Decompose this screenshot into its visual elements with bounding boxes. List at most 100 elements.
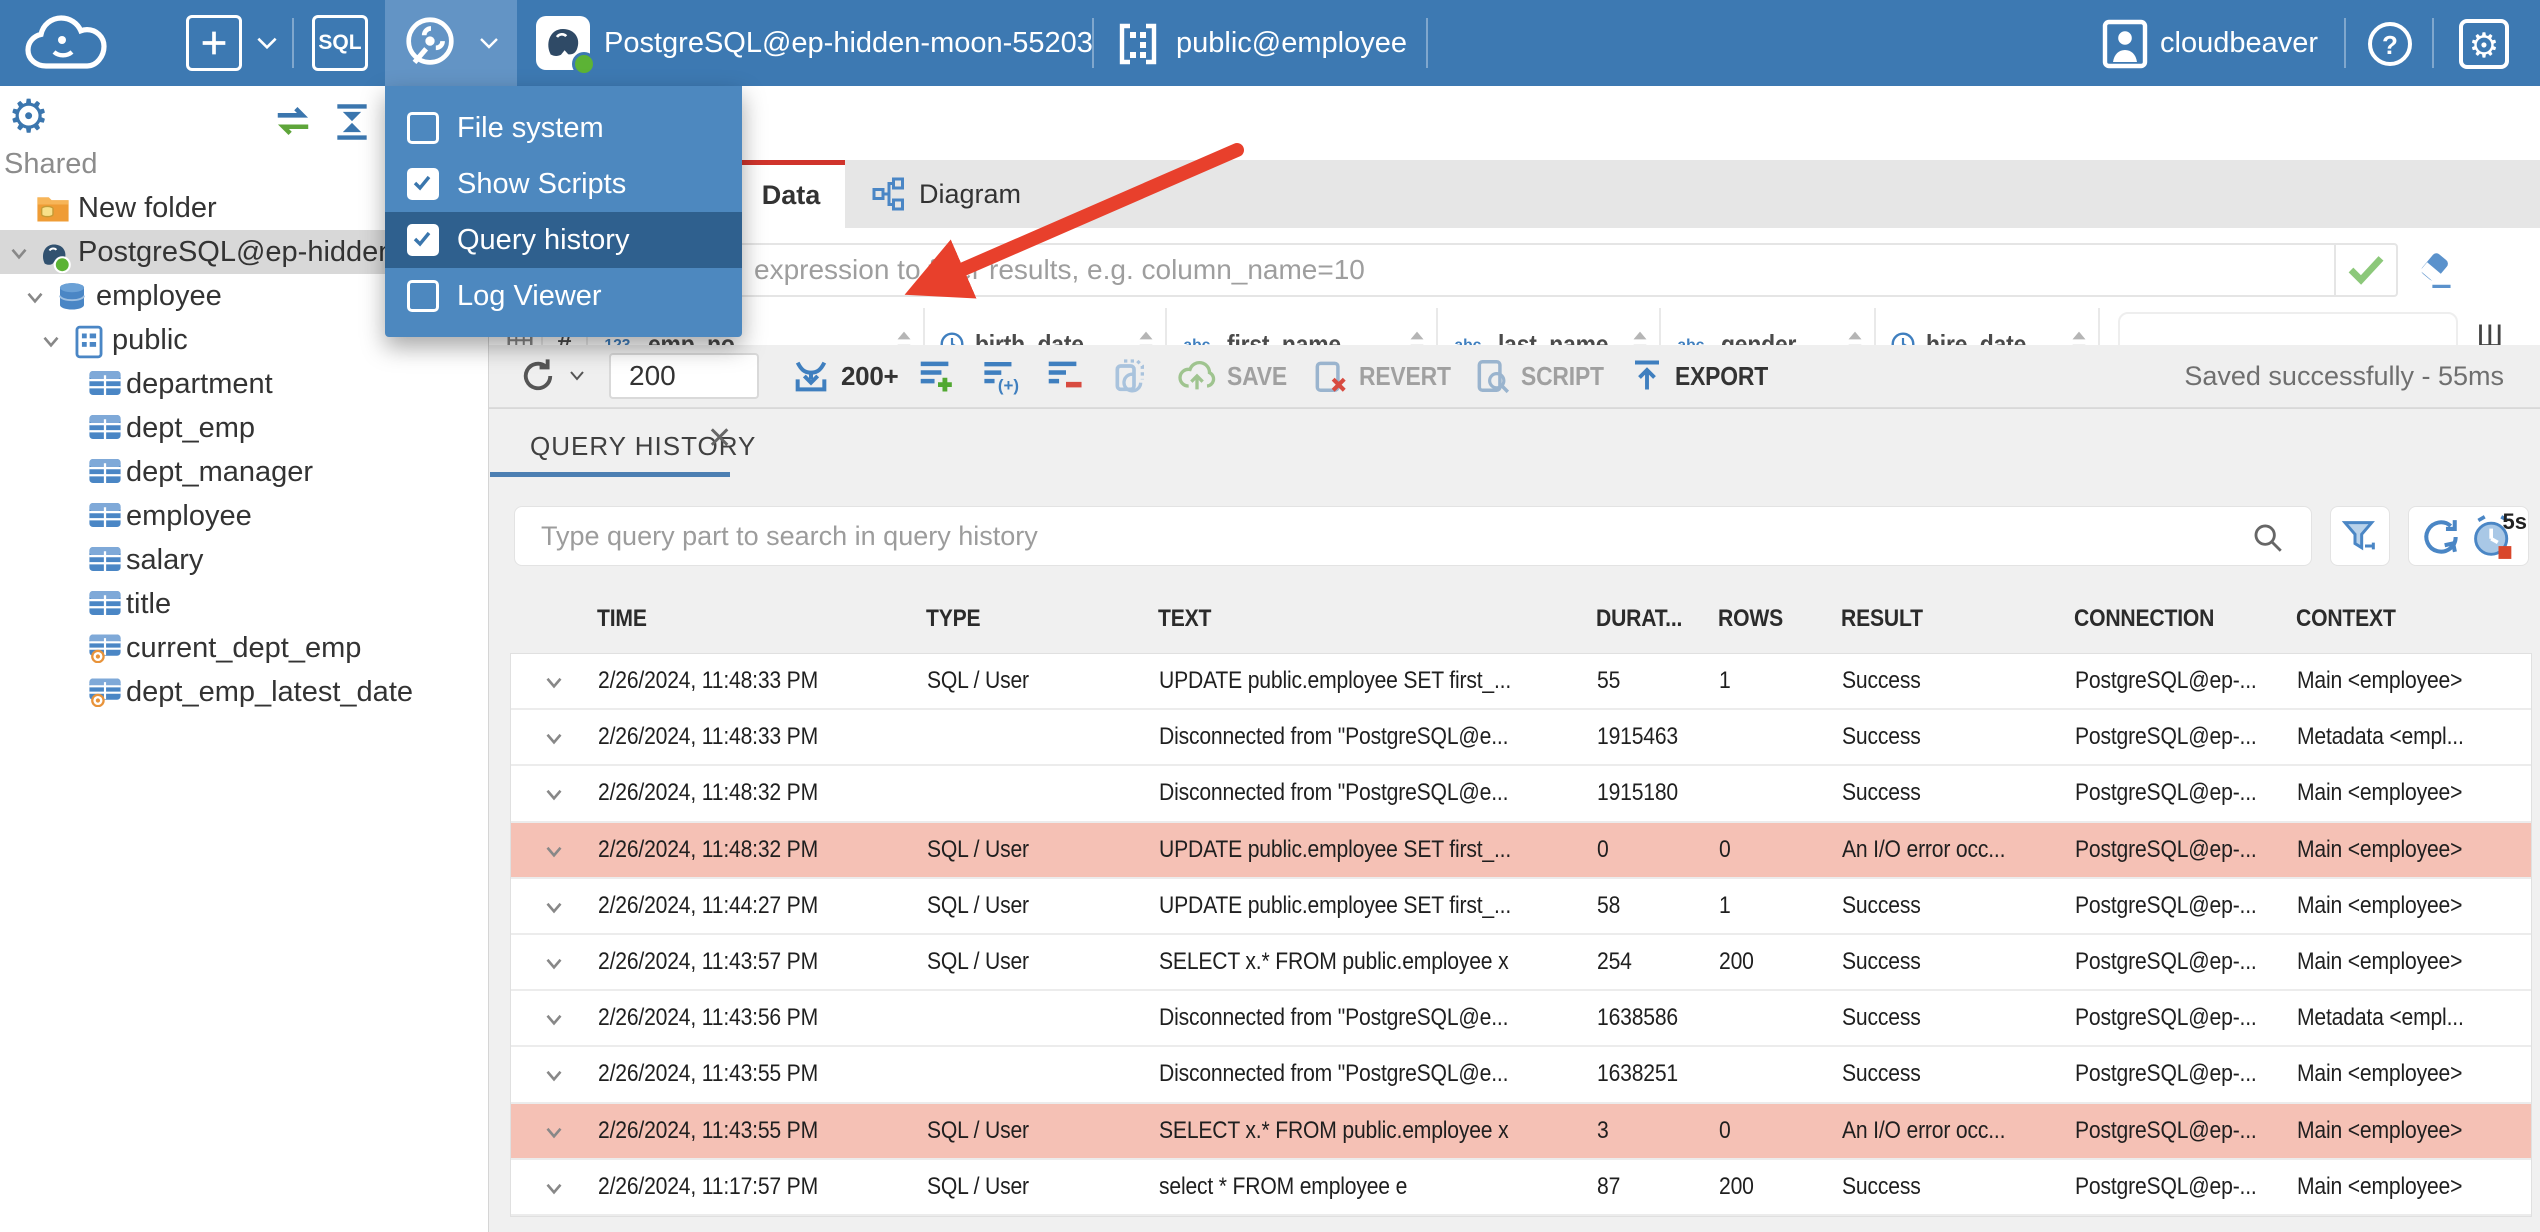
new-connection-chevron-icon[interactable] <box>254 34 280 57</box>
apply-script-button[interactable] <box>1109 345 1149 407</box>
qh-column-header-context[interactable]: CONTEXT <box>2296 586 2409 651</box>
tools-menu-button[interactable] <box>385 0 517 86</box>
add-row-button[interactable] <box>917 345 959 407</box>
tree-item-dept-manager[interactable]: dept_manager <box>0 450 489 494</box>
expand-row-icon[interactable] <box>541 781 567 812</box>
chevron-down-icon[interactable] <box>38 328 64 359</box>
qh-cell-result: Success <box>1842 723 1921 751</box>
sync-connection-icon[interactable] <box>270 102 316 147</box>
menu-item-log-viewer[interactable]: Log Viewer <box>385 268 742 324</box>
checkbox-icon[interactable] <box>407 112 439 144</box>
menu-item-query-history[interactable]: Query history <box>385 212 742 268</box>
menu-item-show-scripts[interactable]: Show Scripts <box>385 156 742 212</box>
auto-refresh-timer-button[interactable]: 5s <box>2471 509 2527 563</box>
new-connection-button[interactable] <box>186 15 242 71</box>
tree-item-salary[interactable]: salary <box>0 538 489 582</box>
close-panel-icon[interactable]: ✕ <box>707 421 732 456</box>
grid-column-birth_date[interactable]: birth_date <box>925 308 1167 345</box>
expand-row-icon[interactable] <box>541 1006 567 1037</box>
menu-item-file-system[interactable]: File system <box>385 100 742 156</box>
grid-column-first_name[interactable]: abcfirst_name <box>1167 308 1438 345</box>
row-limit-input[interactable] <box>609 353 759 399</box>
tab-data[interactable]: Data <box>737 160 845 228</box>
script-button[interactable]: SCRIPT <box>1473 345 1615 407</box>
grid-column-gender[interactable]: abcgender <box>1661 308 1876 345</box>
expand-row-icon[interactable] <box>541 1062 567 1093</box>
qh-column-header-connection[interactable]: CONNECTION <box>2074 586 2233 651</box>
qh-cell-duration: 58 <box>1597 891 1621 919</box>
query-history-row[interactable]: 2/26/2024, 11:43:55 PM Disconnected from … <box>511 1047 2531 1104</box>
qh-cell-rows: 0 <box>1719 1116 1731 1144</box>
topbar-separator <box>2432 18 2434 68</box>
schema-selector[interactable]: public@employee <box>1176 0 1407 86</box>
save-button[interactable]: SAVE <box>1177 345 1295 407</box>
grid-column-hire_date[interactable]: hire_date <box>1876 308 2100 345</box>
checkbox-icon[interactable] <box>407 168 439 200</box>
menu-item-label: File system <box>457 112 604 144</box>
checkbox-icon[interactable] <box>407 280 439 312</box>
refresh-history-button[interactable] <box>2419 515 2463 564</box>
refresh-button[interactable] <box>517 345 585 407</box>
qh-column-header-rows[interactable]: ROWS <box>1718 586 1792 651</box>
query-history-row[interactable]: 2/26/2024, 11:48:33 PM Disconnected from … <box>511 710 2531 767</box>
tree-item-current-dept-emp[interactable]: current_dept_emp <box>0 626 489 670</box>
checkbox-icon[interactable] <box>407 224 439 256</box>
connection-name[interactable]: PostgreSQL@ep-hidden-moon-55203 <box>604 0 1093 86</box>
query-history-row[interactable]: 2/26/2024, 11:17:57 PM SQL / User select *… <box>511 1159 2531 1216</box>
query-history-row[interactable]: 2/26/2024, 11:44:27 PM SQL / User UPDATE p… <box>511 878 2531 935</box>
tree-item-employee[interactable]: employee <box>0 494 489 538</box>
schema-icon[interactable] <box>1114 20 1162 73</box>
query-history-row[interactable]: 2/26/2024, 11:43:55 PM SQL / User SELECT x… <box>511 1103 2531 1160</box>
qh-column-header-result[interactable]: RESULT <box>1841 586 1934 651</box>
query-history-search-input[interactable] <box>515 507 2235 565</box>
filter-expression-input[interactable] <box>502 245 2332 295</box>
expand-row-icon[interactable] <box>541 838 567 869</box>
qh-column-header-text[interactable]: TEXT <box>1158 586 1219 651</box>
query-history-row[interactable]: 2/26/2024, 11:48:32 PM SQL / User UPDATE p… <box>511 822 2531 879</box>
user-avatar-icon[interactable] <box>2100 18 2150 75</box>
expand-row-icon[interactable] <box>541 950 567 981</box>
fetch-more-button[interactable]: 200+ <box>791 345 899 407</box>
expand-row-icon[interactable] <box>541 1175 567 1206</box>
grid-columns-icon[interactable] <box>2477 322 2505 345</box>
qh-column-header-time[interactable]: TIME <box>597 586 654 651</box>
qh-column-header-type[interactable]: TYPE <box>926 586 988 651</box>
collapse-all-icon[interactable] <box>330 102 374 147</box>
query-history-row[interactable]: 2/26/2024, 11:48:33 PM SQL / User UPDATE p… <box>511 654 2531 711</box>
qh-cell-context: Main <employee> <box>2297 947 2463 975</box>
expand-row-icon[interactable] <box>541 669 567 700</box>
grid-column-last_name[interactable]: abclast_name <box>1438 308 1661 345</box>
tree-item-title[interactable]: title <box>0 582 489 626</box>
apply-filter-button[interactable] <box>2334 245 2396 295</box>
qh-cell-result: An I/O error occ... <box>1842 1116 2006 1144</box>
chevron-down-icon[interactable] <box>22 284 48 315</box>
navigator-settings-icon[interactable]: ⚙ <box>8 92 49 140</box>
tree-item-dept-emp-latest-date[interactable]: dept_emp_latest_date <box>0 670 489 714</box>
postgres-connection-icon[interactable] <box>536 16 596 76</box>
query-history-filter-button[interactable] <box>2330 506 2390 566</box>
duplicate-row-button[interactable]: (+) <box>981 345 1025 407</box>
query-history-row[interactable]: 2/26/2024, 11:43:56 PM Disconnected from … <box>511 991 2531 1048</box>
qh-cell-rows: 0 <box>1719 835 1731 863</box>
settings-gear-button[interactable]: ⚙ <box>2458 18 2510 75</box>
tab-diagram[interactable]: Diagram <box>845 160 1047 228</box>
export-button[interactable]: EXPORT <box>1629 345 1781 407</box>
query-history-row[interactable]: 2/26/2024, 11:43:57 PM SQL / User SELECT x… <box>511 934 2531 992</box>
revert-button[interactable]: REVERT <box>1311 345 1463 407</box>
qh-column-header-durat[interactable]: DURAT... <box>1596 586 1694 651</box>
expand-row-icon[interactable] <box>541 1119 567 1150</box>
clear-filter-button[interactable] <box>2414 250 2458 295</box>
tree-item-department[interactable]: department <box>0 362 489 406</box>
user-name[interactable]: cloudbeaver <box>2160 0 2318 86</box>
chevron-down-icon[interactable] <box>6 240 32 271</box>
folder-icon <box>36 193 70 228</box>
delete-row-button[interactable] <box>1045 345 1087 407</box>
sql-editor-button[interactable]: SQL <box>312 15 368 71</box>
expand-row-icon[interactable] <box>541 725 567 756</box>
qh-cell-text: select * FROM employee e <box>1159 1172 1408 1200</box>
topbar-separator <box>2344 18 2346 68</box>
query-history-row[interactable]: 2/26/2024, 11:48:32 PM Disconnected from … <box>511 766 2531 823</box>
expand-row-icon[interactable] <box>541 894 567 925</box>
help-button[interactable]: ? <box>2366 20 2414 73</box>
tree-item-dept-emp[interactable]: dept_emp <box>0 406 489 450</box>
